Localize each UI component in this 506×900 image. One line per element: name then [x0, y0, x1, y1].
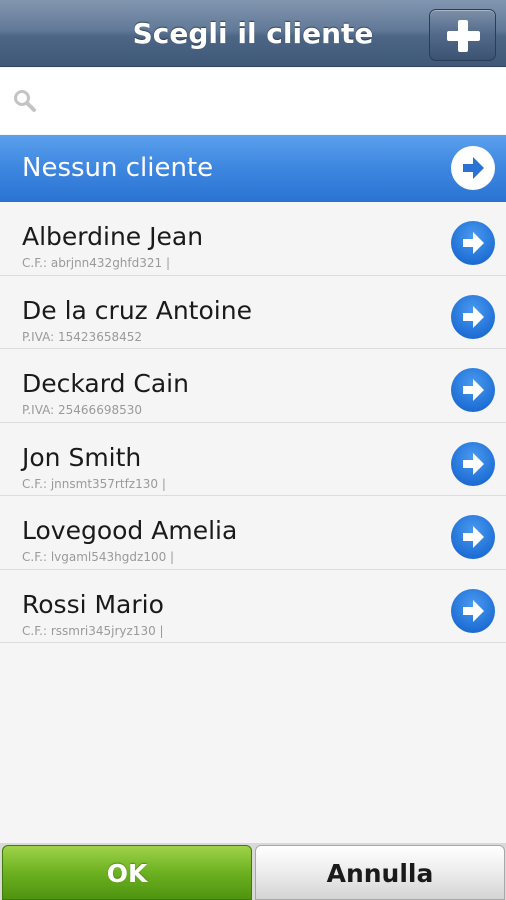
- search-bar: [0, 68, 506, 134]
- client-tax-id: P.IVA: 15423658452: [22, 329, 142, 344]
- client-row[interactable]: Jon Smith C.F.: jnnsmt357rtfz130 |: [0, 422, 506, 496]
- client-tax-id: C.F.: lvgaml543hgdz100 |: [22, 550, 175, 564]
- ok-button[interactable]: OK: [2, 845, 252, 900]
- arrow-right-icon[interactable]: [451, 368, 495, 412]
- search-input[interactable]: [48, 80, 488, 122]
- header-bar: Scegli il cliente: [0, 0, 506, 67]
- client-row[interactable]: Rossi Mario C.F.: rssmri345jryz130 |: [0, 569, 506, 643]
- client-row[interactable]: De la cruz Antoine P.IVA: 15423658452: [0, 275, 506, 349]
- arrow-right-icon[interactable]: [451, 221, 495, 265]
- client-row[interactable]: Alberdine Jean C.F.: abrjnn432ghfd321 |: [0, 202, 506, 276]
- arrow-right-icon[interactable]: [451, 146, 495, 190]
- client-name: Jon Smith: [22, 442, 142, 472]
- footer-bar: OK Annulla: [0, 843, 506, 900]
- arrow-right-icon[interactable]: [451, 515, 495, 559]
- no-client-label: Nessun cliente: [22, 153, 214, 183]
- search-icon: [14, 90, 36, 112]
- client-name: Rossi Mario: [22, 589, 164, 619]
- client-tax-id: C.F.: abrjnn432ghfd321 |: [22, 256, 171, 270]
- client-tax-id: C.F.: jnnsmt357rtfz130 |: [22, 476, 166, 491]
- arrow-right-icon[interactable]: [451, 588, 495, 633]
- client-tax-id: P.IVA: 25466698530: [22, 403, 142, 417]
- arrow-right-icon[interactable]: [451, 441, 495, 486]
- client-tax-id: C.F.: rssmri345jryz130 |: [22, 623, 164, 638]
- client-list: Alberdine Jean C.F.: abrjnn432ghfd321 | …: [0, 202, 506, 643]
- client-name: Lovegood Amelia: [22, 516, 238, 545]
- client-name: De la cruz Antoine: [22, 295, 252, 325]
- arrow-right-icon[interactable]: [451, 294, 495, 339]
- client-name: Deckard Cain: [22, 369, 189, 398]
- cancel-button[interactable]: Annulla: [255, 845, 505, 900]
- client-row[interactable]: Deckard Cain P.IVA: 25466698530: [0, 349, 506, 423]
- client-row[interactable]: Lovegood Amelia C.F.: lvgaml543hgdz100 |: [0, 496, 506, 570]
- no-client-row[interactable]: Nessun cliente: [0, 135, 506, 202]
- client-name: Alberdine Jean: [22, 222, 204, 251]
- add-client-button[interactable]: [429, 9, 496, 61]
